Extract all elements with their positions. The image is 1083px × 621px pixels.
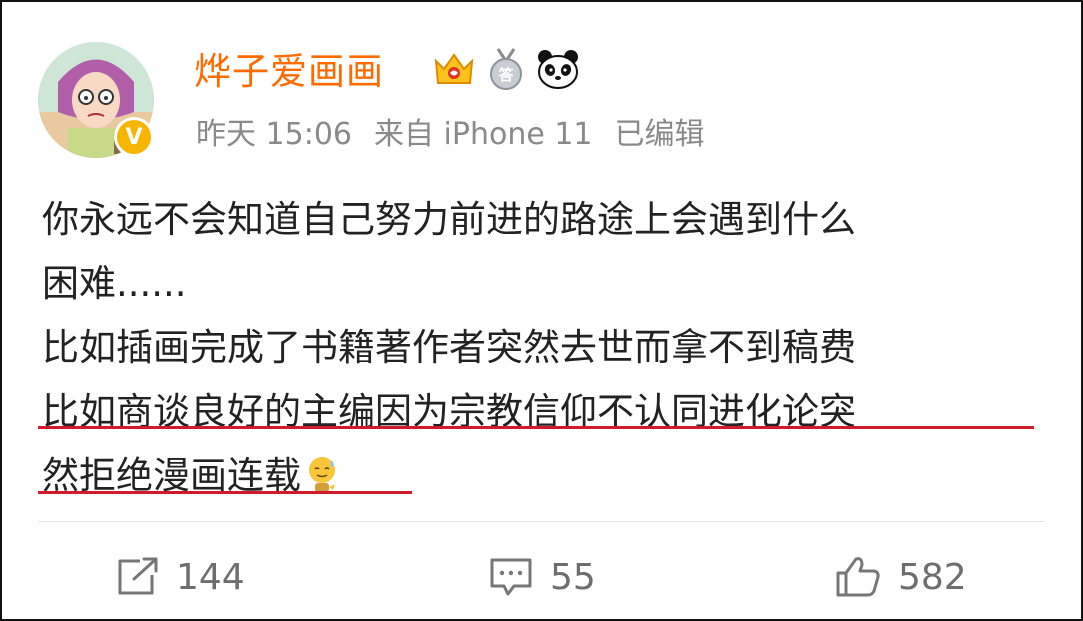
like-button[interactable]: 582	[834, 547, 967, 607]
username[interactable]: 烨子爱画画	[194, 46, 384, 98]
action-bar: 144 55 582	[2, 547, 1081, 607]
post-text: 你永远不会知道自己努力前进的路途上会遇到什么 困难...... 比如插画完成了书…	[42, 188, 1052, 508]
post-line-4: 比如商谈良好的主编因为宗教信仰不认同进化论突	[42, 390, 856, 433]
highlight-underline-2	[38, 491, 412, 494]
edited-label[interactable]: 已编辑	[615, 117, 705, 152]
post-source[interactable]: 来自 iPhone 11	[374, 117, 593, 152]
weibo-post-card: V 烨子爱画画 答 昨天 15:06 来自 iPhone 11 已编辑 你永远不会知…	[0, 0, 1083, 621]
post-line-2: 困难......	[42, 262, 187, 305]
crown-icon[interactable]	[432, 49, 476, 89]
post-line-5-wrap: 然拒绝漫画连载	[42, 444, 1052, 508]
repost-count: 144	[176, 556, 245, 598]
thumbs-up-icon	[836, 557, 880, 597]
repost-button[interactable]: 144	[116, 547, 245, 607]
verified-badge: V	[114, 117, 154, 157]
repost-icon	[118, 557, 158, 595]
comment-count: 55	[550, 556, 596, 598]
post-line-1: 你永远不会知道自己努力前进的路途上会遇到什么	[42, 198, 856, 241]
verified-v-icon: V	[117, 120, 151, 154]
comment-button[interactable]: 55	[488, 547, 596, 607]
svg-text:答: 答	[498, 66, 514, 84]
divider	[38, 521, 1045, 522]
comment-icon	[490, 558, 532, 596]
user-badges: 答	[432, 46, 580, 92]
post-meta: 昨天 15:06 来自 iPhone 11 已编辑	[196, 114, 727, 156]
post-line-3: 比如插画完成了书籍著作者突然去世而拿不到稿费	[42, 326, 856, 369]
medal-icon[interactable]: 答	[486, 47, 526, 91]
sweat-smile-emoji	[309, 457, 335, 492]
highlight-underline-1	[38, 426, 1034, 429]
post-time: 昨天 15:06	[196, 117, 352, 152]
like-count: 582	[898, 556, 967, 598]
panda-icon[interactable]	[536, 48, 580, 90]
